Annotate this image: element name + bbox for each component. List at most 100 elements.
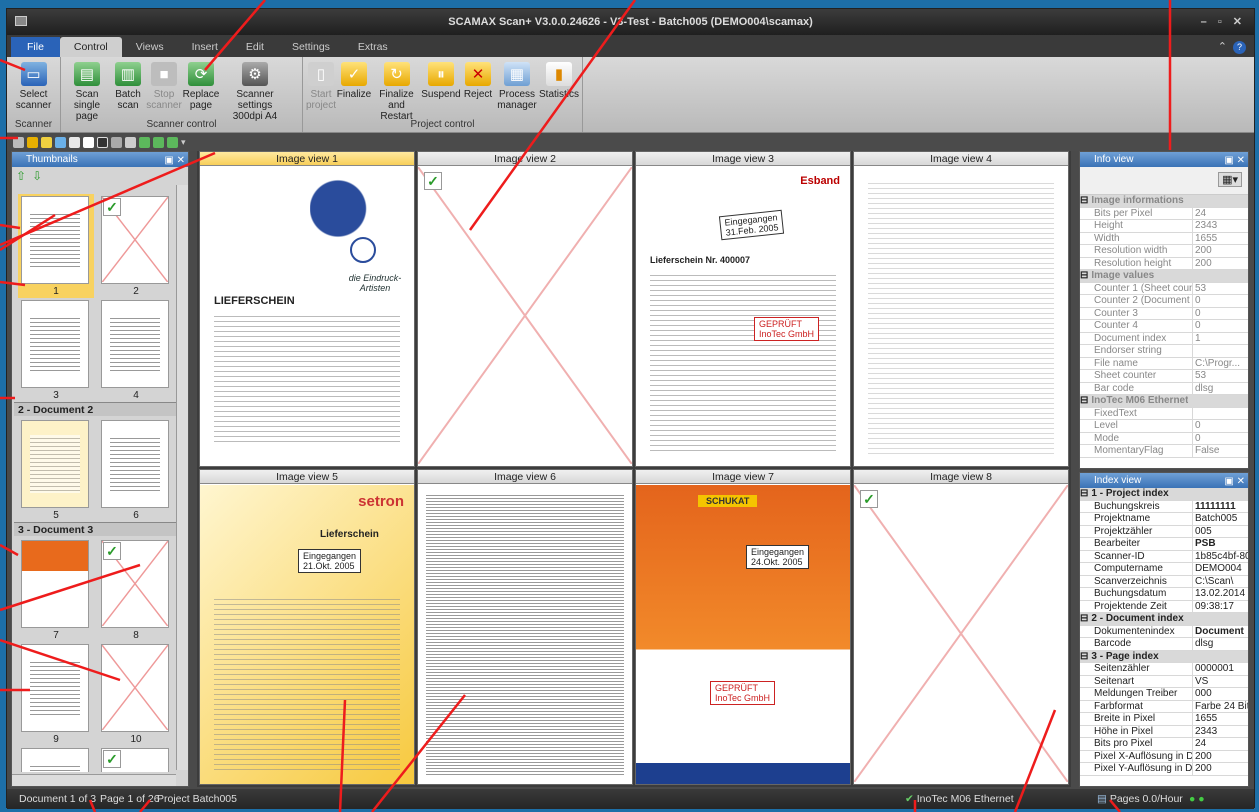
move-icon[interactable] xyxy=(139,136,150,148)
doc-yellow-icon[interactable] xyxy=(41,136,52,148)
property-value[interactable]: VS xyxy=(1193,676,1248,688)
property-value[interactable]: C:\Progr... xyxy=(1193,358,1248,370)
document-separator-3[interactable]: 3 - Document 3 xyxy=(14,522,176,536)
index_view-property-row[interactable]: Buchungskreis 11111111 xyxy=(1080,500,1248,513)
thumbnail-7[interactable]: 7 xyxy=(18,538,94,642)
thumbnail-5[interactable]: 5 xyxy=(18,418,94,522)
thumbnail-6[interactable]: 6 xyxy=(98,418,174,522)
property-value[interactable]: 24 xyxy=(1193,208,1248,220)
property-value[interactable]: PSB xyxy=(1193,538,1248,550)
new-doc-icon[interactable] xyxy=(13,136,24,148)
index_view-property-row[interactable]: Barcode dlsg xyxy=(1080,638,1248,651)
info_view-property-row[interactable]: Counter 30 xyxy=(1080,307,1248,320)
collapse-icon[interactable]: ⊟ xyxy=(1080,651,1088,663)
thumbnails-horizontal-scrollbar[interactable] xyxy=(12,774,176,786)
property-value[interactable] xyxy=(1193,345,1248,357)
index_view-property-row[interactable]: Höhe in Pixel 2343 xyxy=(1080,725,1248,738)
index_view-property-row[interactable]: Computername DEMO004 xyxy=(1080,563,1248,576)
collapse-icon[interactable]: ⊟ xyxy=(1080,488,1088,500)
index_view-property-row[interactable]: Scanner-ID1b85c4bf-805 xyxy=(1080,550,1248,563)
app-menu-icon[interactable] xyxy=(15,16,27,26)
help-icon[interactable]: ? xyxy=(1233,41,1246,54)
panel-pin-close-icon[interactable]: ▣ ✕ xyxy=(1224,474,1245,489)
folder-icon[interactable] xyxy=(27,136,38,148)
index_view-property-row[interactable]: Projektende Zeit 09:38:17 xyxy=(1080,600,1248,613)
panel-pin-close-icon[interactable]: ▣ ✕ xyxy=(1224,153,1245,168)
index_view-property-row[interactable]: Pixel Y-Auflösung in DPI 200 xyxy=(1080,763,1248,776)
property-value[interactable]: 1 xyxy=(1193,333,1248,345)
thumbnail-9[interactable]: 9 xyxy=(18,642,94,746)
info_view-property-row[interactable]: Resolution height 200 xyxy=(1080,257,1248,270)
view-options-icon[interactable]: ▦▾ xyxy=(1218,172,1242,187)
index_view-property-row[interactable]: Pixel X-Auflösung in DPI 200 xyxy=(1080,750,1248,763)
property-value[interactable]: 1b85c4bf-805 xyxy=(1193,551,1248,563)
image-view-3[interactable]: Image view 3 Esband Eingegangen 31.Feb. 2… xyxy=(635,151,851,467)
property-value[interactable]: Document xyxy=(1193,626,1248,638)
index_view-property-row[interactable]: Bits pro Pixel 24 xyxy=(1080,738,1248,751)
info_view-property-row[interactable]: Level 0 xyxy=(1080,420,1248,433)
property-value[interactable]: Batch005 xyxy=(1193,513,1248,525)
index_view-property-row[interactable]: Seitenart VS xyxy=(1080,675,1248,688)
info_view-property-row[interactable]: Mode 0 xyxy=(1080,432,1248,445)
brush-icon[interactable] xyxy=(111,136,122,148)
property-value[interactable]: 200 xyxy=(1193,245,1248,257)
property-value[interactable]: dlsg xyxy=(1193,638,1248,650)
property-value[interactable]: 0000001 xyxy=(1193,663,1248,675)
arrow-down-icon[interactable]: ⇩ xyxy=(32,169,48,183)
toolbar-overflow-icon[interactable]: ▾ xyxy=(181,137,186,148)
tab-views[interactable]: Views xyxy=(122,37,178,57)
property-value[interactable]: 0 xyxy=(1193,420,1248,432)
tab-extras[interactable]: Extras xyxy=(344,37,402,57)
split-icon[interactable] xyxy=(153,136,164,148)
collapse-ribbon-icon[interactable]: ⌃ xyxy=(1218,41,1227,53)
index_view-property-row[interactable]: Meldungen Treiber 000 xyxy=(1080,688,1248,701)
property-value[interactable]: 1655 xyxy=(1193,713,1248,725)
contrast-icon[interactable] xyxy=(125,136,136,148)
property-value[interactable]: 0 xyxy=(1193,308,1248,320)
property-value[interactable]: 11111111 xyxy=(1193,501,1248,513)
info_view-property-row[interactable]: Bits per Pixel 24 xyxy=(1080,207,1248,220)
property-value[interactable]: 200 xyxy=(1193,763,1248,775)
image-view-1[interactable]: Image view 1 die Eindruck-Artisten LIEFE… xyxy=(199,151,415,467)
tab-edit[interactable]: Edit xyxy=(232,37,278,57)
thumbnail-10[interactable]: 10 xyxy=(98,642,174,746)
tab-settings[interactable]: Settings xyxy=(278,37,344,57)
image-view-8[interactable]: Image view 8 ✓ xyxy=(853,469,1069,785)
index_view-property-row[interactable]: Projektname Batch005 xyxy=(1080,513,1248,526)
image-view-4[interactable]: Image view 4 xyxy=(853,151,1069,467)
index_view-property-row[interactable]: Farbformat Farbe 24 Bit xyxy=(1080,700,1248,713)
property-value[interactable]: Farbe 24 Bit xyxy=(1193,701,1248,713)
image-view-7[interactable]: Image view 7 SCHUKAT Eingegangen 24.Okt. … xyxy=(635,469,851,785)
tab-file[interactable]: File xyxy=(11,37,60,57)
property-value[interactable]: 200 xyxy=(1193,751,1248,763)
image-view-6[interactable]: Image view 6 xyxy=(417,469,633,785)
info_view-category[interactable]: ⊟ Image values xyxy=(1080,270,1248,283)
thumbnail-2[interactable]: ✓ 2 xyxy=(98,194,174,298)
property-value[interactable]: False xyxy=(1193,445,1248,457)
info_view-property-row[interactable]: FixedText xyxy=(1080,407,1248,420)
tab-insert[interactable]: Insert xyxy=(178,37,232,57)
info_view-property-row[interactable]: Endorser string xyxy=(1080,345,1248,358)
property-value[interactable]: dlsg xyxy=(1193,383,1248,395)
collapse-icon[interactable]: ⊟ xyxy=(1080,270,1088,282)
property-value[interactable]: 24 xyxy=(1193,738,1248,750)
thumbnail-4[interactable]: 4 xyxy=(98,298,174,402)
rotate-icon[interactable] xyxy=(83,136,94,148)
property-value[interactable]: 200 xyxy=(1193,258,1248,270)
info_view-property-row[interactable]: Height 2343 xyxy=(1080,220,1248,233)
info_view-property-row[interactable]: Counter 40 xyxy=(1080,320,1248,333)
index_view-property-row[interactable]: Dokumentenindex Document xyxy=(1080,625,1248,638)
thumbnails-vertical-scrollbar[interactable] xyxy=(176,185,188,770)
thumbnail-11[interactable] xyxy=(18,746,94,772)
image-view-2[interactable]: Image view 2 ✓ xyxy=(417,151,633,467)
info_view-property-row[interactable]: Counter 2 (Document counter)0 xyxy=(1080,295,1248,308)
property-value[interactable]: 1655 xyxy=(1193,233,1248,245)
property-value[interactable]: C:\Scan\ xyxy=(1193,576,1248,588)
arrow-up-icon[interactable]: ⇧ xyxy=(16,169,32,183)
panel-pin-close-icon[interactable]: ▣ ✕ xyxy=(164,153,185,168)
collapse-icon[interactable]: ⊟ xyxy=(1080,395,1088,407)
property-value[interactable]: 0 xyxy=(1193,320,1248,332)
info_view-property-row[interactable]: Document index 1 xyxy=(1080,332,1248,345)
index_view-property-row[interactable]: Bearbeiter PSB xyxy=(1080,538,1248,551)
index_view-property-row[interactable]: Scanverzeichnis C:\Scan\ xyxy=(1080,575,1248,588)
